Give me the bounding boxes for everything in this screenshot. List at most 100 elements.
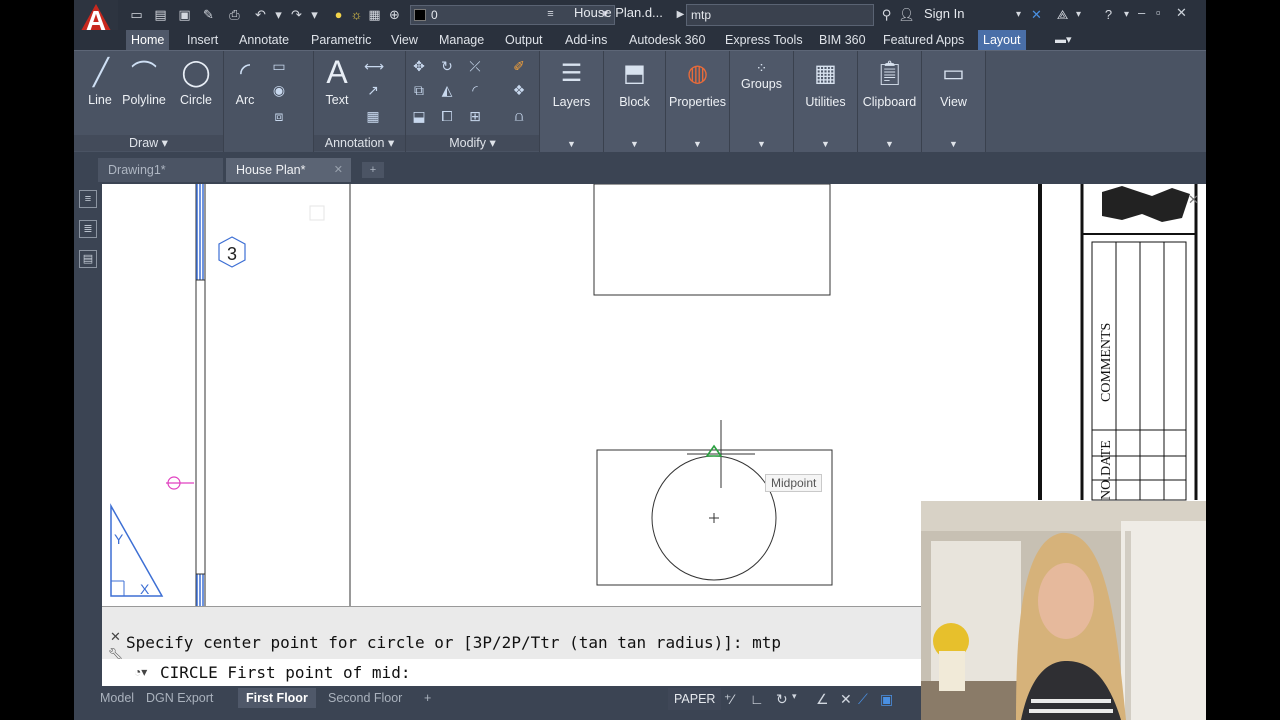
command-input-row[interactable]: ◔▾ CIRCLE First point of mid: [102,659,922,687]
a360-dropdown-icon[interactable]: ▾ [1070,6,1087,23]
print-icon[interactable]: ⎙ [226,6,243,23]
stretch-icon[interactable]: ⬓ [410,107,428,125]
clipboard-panel-button[interactable]: 📋︎ Clipboard ▼ [858,51,922,153]
tab-output[interactable]: Output [500,30,548,50]
autodesk-a360-icon[interactable]: ⟁ [1054,6,1071,23]
exchange-apps-icon[interactable]: ✕ [1028,6,1045,23]
table-icon[interactable]: ▦ [364,107,382,125]
open-folder-icon[interactable]: ▤ [152,6,169,23]
add-layout-tab-button[interactable]: + [416,688,439,708]
close-icon[interactable]: ✕ [1176,5,1187,21]
binoculars-icon[interactable]: ⚲ [878,6,895,23]
help-dropdown-icon[interactable]: ▾ [1118,6,1135,23]
modify-group-label[interactable]: Modify ▾ [406,135,539,151]
properties-panel-button[interactable]: ◍ Properties ▼ [666,51,730,153]
new-tab-button[interactable]: + [362,162,384,178]
layer-lock-icon[interactable]: ▦ [366,6,383,23]
layer-freeze-icon[interactable]: ☼ [348,6,365,23]
utilities-panel-button[interactable]: ▦ Utilities ▼ [794,51,858,153]
leader-icon[interactable]: ↗ [364,81,382,99]
tab-parametric[interactable]: Parametric [306,30,376,50]
dimension-icon[interactable]: ⟷ [364,57,384,75]
rotate-icon[interactable]: ↻ [438,57,456,75]
draw-group-label[interactable]: Draw ▾ [74,135,223,151]
block-panel-button[interactable]: ⬒ Block ▼ [604,51,666,153]
polar-tracking-icon[interactable]: ↻ [776,691,788,708]
tab-featured-apps[interactable]: Featured Apps [878,30,969,50]
line-button[interactable]: ╱ Line [84,55,116,108]
grid-snap-icon[interactable]: ⁺⁄ [724,691,734,708]
workspace-dropdown-icon[interactable]: ≡ [542,6,559,23]
move-icon[interactable]: ✥ [410,57,428,75]
rectangle-icon[interactable]: ▭ [270,57,288,75]
selection-cycling-icon[interactable]: ▣ [880,691,893,708]
layout-tab-second-floor[interactable]: Second Floor [320,688,410,708]
trim-icon[interactable]: ⤫ [466,57,484,75]
file-tab-house-plan[interactable]: House Plan* ✕ [226,158,351,182]
new-file-icon[interactable]: ▭ [128,6,145,23]
layers-panel-button[interactable]: ☰ Layers ▼ [540,51,604,153]
help-icon[interactable]: ? [1100,6,1117,23]
viewport-close-icon[interactable]: ✕ [1188,192,1199,207]
redo-dropdown-icon[interactable]: ▾ [306,6,323,23]
layer-on-icon[interactable]: ● [330,6,347,23]
layers-palette-icon[interactable]: ≡ [79,190,97,208]
erase-icon[interactable]: ✐ [510,57,528,75]
hatch-icon[interactable]: ◉ [270,81,288,99]
arc-button[interactable]: ◜ Arc [228,55,262,108]
user-icon[interactable]: 👤︎ [898,6,915,23]
polar-dropdown-icon[interactable]: ▾ [792,691,797,702]
scale-icon[interactable]: ⧠ [438,107,456,125]
tab-layout[interactable]: Layout [978,30,1026,50]
save-icon[interactable]: ▣ [176,6,193,23]
ribbon-minimize-icon[interactable]: ▬▾ [1050,30,1077,50]
fillet-icon[interactable]: ◜ [466,81,484,99]
sign-in-dropdown-icon[interactable]: ▾ [1010,6,1027,23]
ortho-icon[interactable]: ∟ [750,691,764,707]
close-icon[interactable]: ✕ [334,158,343,182]
copy-icon[interactable]: ⧉ [410,81,428,99]
layout-tab-dgn-export[interactable]: DGN Export [138,688,221,708]
tab-home[interactable]: Home [126,30,170,50]
tab-bim-360[interactable]: BIM 360 [814,30,871,50]
array-icon[interactable]: ⊞ [466,107,484,125]
annotation-group-label[interactable]: Annotation ▾ [314,135,405,151]
save-as-icon[interactable]: ✎ [200,6,217,23]
redo-icon[interactable]: ↷ [288,6,305,23]
region-icon[interactable]: ⧈ [270,107,288,125]
undo-dropdown-icon[interactable]: ▾ [270,6,287,23]
tab-insert[interactable]: Insert [182,30,223,50]
view-panel-button[interactable]: ▭ View ▼ [922,51,986,153]
undo-icon[interactable]: ↶ [252,6,269,23]
tab-manage[interactable]: Manage [434,30,489,50]
tab-annotate[interactable]: Annotate [234,30,294,50]
properties-palette-icon[interactable]: ≣ [79,220,97,238]
command-recent-icon[interactable]: ◔▾ [134,665,147,679]
sign-in-button[interactable]: Sign In [924,6,964,21]
paper-space-toggle[interactable]: PAPER [668,688,722,710]
layout-tab-first-floor[interactable]: First Floor [238,688,316,708]
minimize-icon[interactable]: – [1138,5,1145,20]
explode-icon[interactable]: ❖ [510,81,528,99]
file-tab-drawing1[interactable]: Drawing1* [98,158,223,182]
annotation-scale-icon[interactable]: ⟋ [858,691,868,708]
mirror-icon[interactable]: ◭ [438,81,456,99]
tab-add-ins[interactable]: Add-ins [560,30,612,50]
groups-panel-button[interactable]: ⁘ Groups ▼ [730,51,794,153]
object-snap-tracking-icon[interactable]: ∠ [816,691,829,708]
layer-color-icon[interactable]: ⊕ [386,6,403,23]
close-icon[interactable]: ✕ [110,629,121,645]
search-input[interactable]: mtp [686,4,874,26]
text-button[interactable]: A Text [320,54,354,108]
command-input[interactable]: CIRCLE First point of mid: [160,663,410,682]
tab-autodesk-360[interactable]: Autodesk 360 [624,30,710,50]
circle-button[interactable]: ◯ Circle [176,55,216,108]
restore-icon[interactable]: ▫ [1156,5,1161,20]
tab-express-tools[interactable]: Express Tools [720,30,808,50]
osnap-icon[interactable]: ✕ [840,691,852,708]
layout-tab-model[interactable]: Model [92,688,142,708]
polyline-button[interactable]: ⌒ Polyline [120,55,168,108]
tool-palette-icon[interactable]: ▤ [79,250,97,268]
offset-icon[interactable]: ⩍ [510,107,528,125]
tab-view[interactable]: View [386,30,423,50]
